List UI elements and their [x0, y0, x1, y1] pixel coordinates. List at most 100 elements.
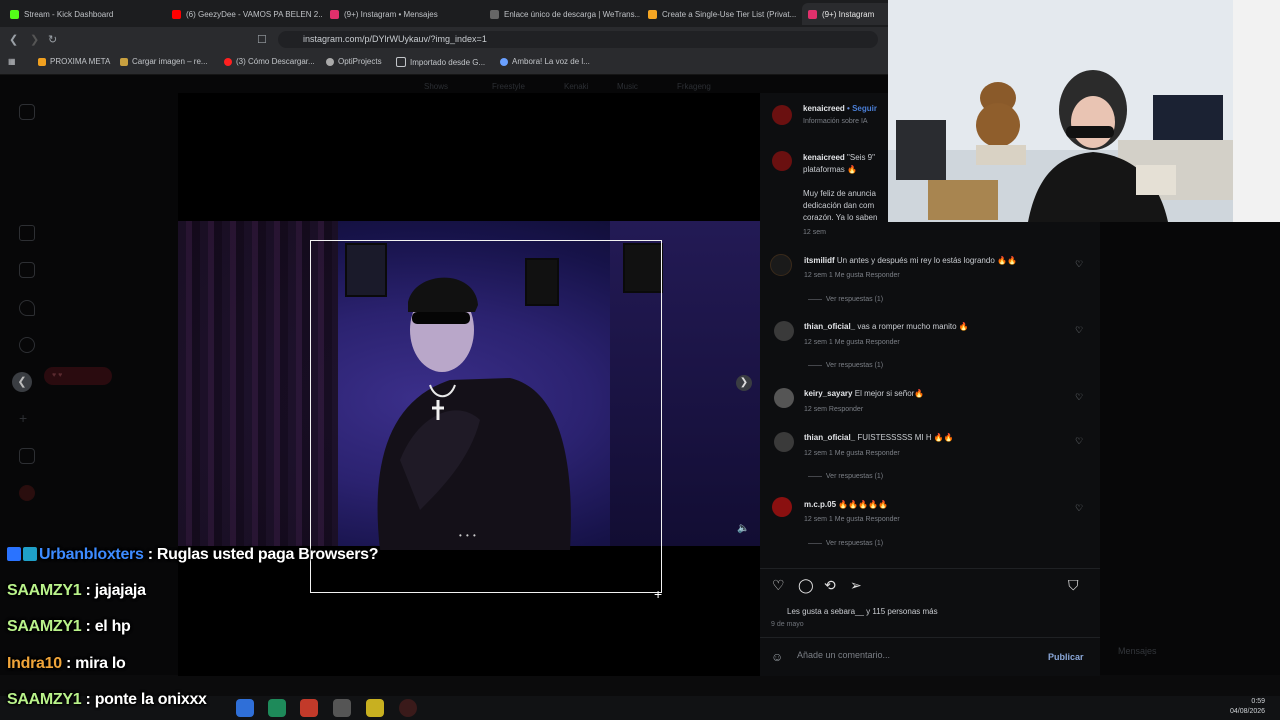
caption-username[interactable]: kenaicreed	[803, 153, 845, 162]
like-icon[interactable]: ♡	[772, 577, 785, 594]
comment-avatar[interactable]	[770, 254, 792, 276]
tab-tier-list[interactable]: Create a Single-Use Tier List (Privat...	[648, 3, 798, 25]
comment-row: thian_oficial_ vas a romper mucho manito…	[804, 322, 969, 331]
menu-item-shows[interactable]: Shows	[424, 82, 448, 91]
app-icon[interactable]	[236, 699, 254, 717]
comment-row: itsmilidf Un antes y después mi rey lo e…	[804, 256, 1017, 265]
caption-text: corazón. Ya lo saben	[803, 213, 878, 222]
menu-item-freestyle[interactable]: Freestyle	[492, 82, 525, 91]
emoji-icon[interactable]: ☺	[771, 650, 783, 664]
comment-username[interactable]: keiry_sayary	[804, 389, 853, 398]
profile-avatar[interactable]	[19, 485, 35, 501]
comment-like-icon[interactable]: ♡	[1075, 436, 1083, 447]
bookmark-ambora[interactable]: Ambora! La voz de l...	[500, 57, 590, 66]
publish-button[interactable]: Publicar	[1048, 652, 1084, 662]
view-replies-button[interactable]: —— Ver respuestas (1)	[808, 362, 883, 369]
view-replies-button[interactable]: —— Ver respuestas (1)	[808, 540, 883, 547]
reload-icon[interactable]: ↻	[48, 33, 57, 46]
forward-icon[interactable]: ❯	[30, 33, 39, 46]
chat-username[interactable]: Indra10	[7, 655, 62, 672]
view-replies-button[interactable]: —— Ver respuestas (1)	[808, 473, 883, 480]
comment-avatar[interactable]	[772, 497, 792, 517]
tab-instagram-active[interactable]: (9+) Instagram	[802, 3, 894, 25]
bookmark-cargar-imagen[interactable]: Cargar imagen – re...	[120, 57, 208, 66]
apps-icon[interactable]: ▦	[8, 57, 16, 66]
follow-button[interactable]: Seguir	[852, 104, 877, 113]
profile-highlights-menu: Shows Freestyle Kenaki Music Frkageng	[380, 80, 780, 94]
app-icon[interactable]	[268, 699, 286, 717]
comment-meta[interactable]: 12 sem Responder	[804, 406, 863, 413]
comment-like-icon[interactable]: ♡	[1075, 503, 1083, 514]
back-icon[interactable]: ❮	[9, 33, 18, 46]
menu-item-kenaki[interactable]: Kenaki	[564, 82, 588, 91]
audio-muted-icon[interactable]: 🔈	[737, 523, 749, 534]
comment-avatar[interactable]	[774, 388, 794, 408]
menu-item-music[interactable]: Music	[617, 82, 638, 91]
sub-badge-icon	[7, 547, 21, 561]
author-username[interactable]: kenaicreed	[803, 104, 845, 113]
comment-like-icon[interactable]: ♡	[1075, 325, 1083, 336]
tab-kick-dashboard[interactable]: Stream - Kick Dashboard	[10, 3, 170, 25]
search-icon[interactable]	[19, 337, 35, 353]
caption-text: Muy feliz de anuncia	[803, 189, 876, 198]
app-icon[interactable]	[366, 699, 384, 717]
comment-meta[interactable]: 12 sem 1 Me gusta Responder	[804, 339, 900, 346]
chat-username[interactable]: Urbanbloxters	[39, 546, 144, 563]
comment-username[interactable]: thian_oficial_	[804, 322, 855, 331]
comment-meta[interactable]: 12 sem 1 Me gusta Responder	[804, 272, 900, 279]
chat-username[interactable]: SAAMZY1	[7, 618, 82, 635]
comment-username[interactable]: m.c.p.05	[804, 500, 836, 509]
menu-item-frkageng[interactable]: Frkageng	[677, 82, 711, 91]
tab-wetransfer[interactable]: Enlace único de descarga | WeTrans...	[490, 3, 640, 25]
tab-youtube-video[interactable]: (6) GeezyDee - VAMOS PA BELEN 2...	[172, 3, 322, 25]
browser-icon[interactable]	[300, 699, 318, 717]
webcam-overlay	[888, 0, 1280, 222]
comment-icon[interactable]: ◯	[798, 577, 814, 594]
comment-text: Un antes y después mi rey lo estás logra…	[836, 256, 1017, 265]
comment-text: FUISTESSSSS MI H 🔥🔥	[857, 433, 954, 442]
url-input[interactable]: instagram.com/p/DYlrWUykauv/?img_index=1	[278, 31, 878, 48]
chat-username[interactable]: SAAMZY1	[7, 582, 82, 599]
post-date: 9 de mayo	[771, 621, 804, 628]
create-icon[interactable]: +	[19, 411, 33, 425]
likes-summary[interactable]: Les gusta a sebara__ y 115 personas más	[787, 607, 938, 616]
instagram-icon	[808, 9, 817, 19]
chat-username[interactable]: SAAMZY1	[7, 691, 82, 708]
comment-avatar[interactable]	[774, 321, 794, 341]
messages-icon[interactable]	[19, 300, 35, 316]
comment-meta[interactable]: 12 sem 1 Me gusta Responder	[804, 450, 900, 457]
carousel-next-button[interactable]: ❯	[736, 375, 752, 391]
app-icon[interactable]	[333, 699, 351, 717]
comment-avatar[interactable]	[774, 432, 794, 452]
system-clock[interactable]: 0:59 04/08/2026	[1230, 697, 1265, 717]
caption-avatar[interactable]	[772, 151, 792, 171]
bookmark-optiprojects[interactable]: OptiProjects	[326, 57, 382, 66]
dashboard-icon[interactable]	[19, 448, 35, 464]
home-icon[interactable]	[19, 225, 35, 241]
comment-row: thian_oficial_ FUISTESSSSS MI H 🔥🔥	[804, 433, 954, 442]
comment-like-icon[interactable]: ♡	[1075, 392, 1083, 403]
tab-instagram-messages[interactable]: (9+) Instagram • Mensajes	[330, 3, 480, 25]
save-icon[interactable]: ⛉	[1068, 577, 1079, 594]
comment-meta[interactable]: 12 sem 1 Me gusta Responder	[804, 516, 900, 523]
comment-like-icon[interactable]: ♡	[1075, 259, 1083, 270]
chat-message: SAAMZY1 : jajajaja	[7, 582, 146, 599]
view-replies-button[interactable]: —— Ver respuestas (1)	[808, 296, 883, 303]
bookmark-folder-importado[interactable]: Importado desde G...	[396, 57, 485, 67]
obs-icon[interactable]	[399, 699, 417, 717]
comment-username[interactable]: thian_oficial_	[804, 433, 855, 442]
instagram-logo-icon[interactable]	[19, 104, 35, 120]
repost-icon[interactable]: ⟲	[824, 577, 836, 594]
messages-pill[interactable]: Mensajes	[1118, 646, 1157, 656]
bookmark-proxima-meta[interactable]: PROXIMA META	[38, 57, 110, 66]
carousel-prev-button[interactable]: ❮	[12, 372, 32, 392]
reels-icon[interactable]	[19, 262, 35, 278]
bookmark-como-descargar[interactable]: (3) Cómo Descargar...	[224, 57, 315, 66]
ai-info-link[interactable]: Información sobre IA	[803, 118, 868, 125]
add-comment-input[interactable]: Añade un comentario...	[797, 650, 890, 660]
author-avatar[interactable]	[772, 105, 792, 125]
bookmark-page-icon[interactable]: ☐	[257, 33, 267, 46]
share-icon[interactable]: ➢	[850, 577, 862, 594]
comment-username[interactable]: itsmilidf	[804, 256, 835, 265]
crosshair-cursor-icon: +	[654, 586, 663, 602]
